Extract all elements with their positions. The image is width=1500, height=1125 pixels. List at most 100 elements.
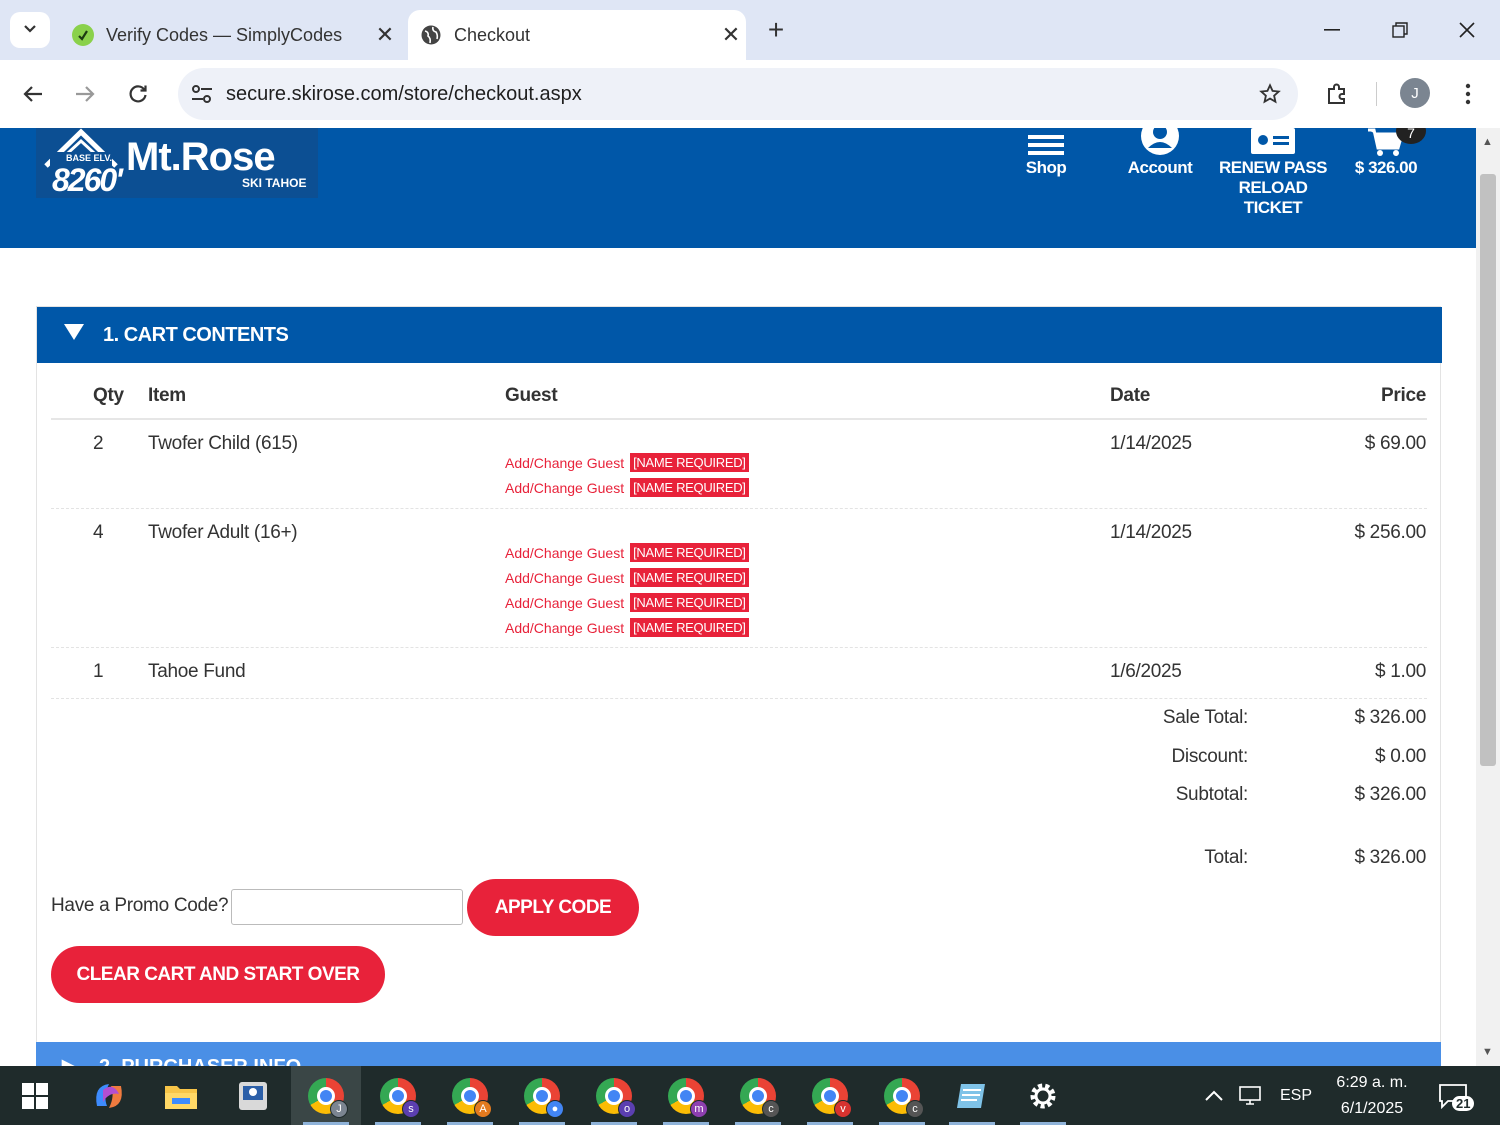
user-icon [1120,128,1200,156]
nav-renew-line1: RENEW PASS [1218,158,1328,177]
reload-button[interactable] [118,74,158,114]
clear-cart-button[interactable]: CLEAR CART AND START OVER [51,946,385,1003]
notepad-app-icon[interactable] [937,1066,1007,1125]
add-change-guest-link[interactable]: Add/Change Guest [505,545,624,561]
expand-triangle-icon: ▶ [62,1056,77,1066]
chrome-taskbar-s[interactable]: s [363,1066,433,1125]
chrome-taskbar-J[interactable]: J [291,1066,361,1125]
chrome-menu-icon[interactable] [1448,74,1488,114]
tab-simplycodes[interactable]: Verify Codes — SimplyCodes ✕ [60,10,400,60]
forward-button[interactable] [65,74,105,114]
chrome-taskbar-c[interactable]: c [723,1066,793,1125]
tab-search-button[interactable] [10,12,50,48]
guest-entry: Add/Change Guest [NAME REQUIRED] [505,450,749,475]
add-change-guest-link[interactable]: Add/Change Guest [505,595,624,611]
logo-sub: SKI TAHOE [242,176,307,190]
section-title: 1. CART CONTENTS [103,323,289,346]
profile-avatar[interactable]: J [1400,78,1430,108]
chrome-taskbar-m[interactable]: m [651,1066,721,1125]
notification-center-icon[interactable]: 21 [1438,1066,1475,1125]
chrome-taskbar-c2[interactable]: c [867,1066,937,1125]
profile-badge: v [834,1099,852,1118]
name-required-badge: [NAME REQUIRED] [630,543,749,562]
nav-renew-line2: RELOAD [1238,178,1308,197]
chrome-icon: J [308,1077,348,1118]
notification-count-badge: 21 [1452,1096,1475,1111]
header-price: Price [1381,385,1426,406]
url-text[interactable]: secure.skirose.com/store/checkout.aspx [226,83,1242,106]
scrollbar-thumb[interactable] [1480,174,1496,766]
minimize-button[interactable] [1302,10,1362,50]
add-change-guest-link[interactable]: Add/Change Guest [505,620,624,636]
apply-code-button[interactable]: APPLY CODE [467,879,639,936]
collapse-triangle-icon [63,323,85,347]
header-item: Item [148,385,186,406]
promo-code-input[interactable] [231,889,463,925]
guest-entry: Add/Change Guest [NAME REQUIRED] [505,475,749,500]
restore-button[interactable] [1370,10,1430,50]
taskbar-clock[interactable]: 6:29 a. m. 6/1/2025 [1320,1070,1424,1122]
profile-badge: c [762,1099,780,1118]
copilot-icon[interactable] [74,1066,144,1125]
add-change-guest-link[interactable]: Add/Change Guest [505,455,624,471]
tab-title: Verify Codes — SimplyCodes [106,24,343,45]
chrome-icon: o [596,1077,636,1118]
guest-entry: Add/Change Guest [NAME REQUIRED] [505,590,749,615]
row-item: Twofer Child (615) [148,433,298,454]
cart-contents-header[interactable]: 1. CART CONTENTS [37,307,1442,363]
network-icon[interactable] [1238,1066,1266,1125]
elevation-badge: BASE ELV. 8260' [36,128,126,198]
scroll-up-arrow-icon[interactable]: ▲ [1482,136,1493,148]
new-tab-button[interactable]: + [760,14,792,46]
chrome-taskbar-person[interactable]: ● [507,1066,577,1125]
profile-badge: A [474,1099,492,1118]
language-indicator[interactable]: ESP [1280,1066,1312,1125]
page-scrollbar[interactable]: ▲ ▼ [1476,128,1500,1066]
site-info-icon[interactable] [178,84,226,104]
row-divider [51,698,1427,699]
clock-time: 6:29 a. m. [1336,1074,1408,1091]
add-change-guest-link[interactable]: Add/Change Guest [505,480,624,496]
settings-gear-icon[interactable] [1008,1066,1078,1125]
nav-shop[interactable]: Shop [1010,128,1082,178]
logo-brand: Mt.Rose [126,135,276,179]
show-hidden-icons-chevron-icon[interactable] [1204,1066,1224,1125]
address-bar[interactable]: secure.skirose.com/store/checkout.aspx [178,68,1298,120]
chrome-taskbar-v[interactable]: v [795,1066,865,1125]
close-window-button[interactable] [1437,10,1497,50]
row-qty: 2 [93,433,104,454]
extensions-puzzle-icon[interactable] [1317,74,1357,114]
start-button[interactable] [0,1066,70,1125]
chrome-taskbar-o[interactable]: o [579,1066,649,1125]
nav-renew-pass[interactable]: RENEW PASS RELOAD TICKET [1212,128,1334,218]
chevron-down-icon [23,21,37,39]
row-divider [51,647,1427,648]
subtotal-label: Subtotal: [1175,784,1249,805]
chrome-icon: v [812,1077,852,1118]
row-price: $ 1.00 [1374,661,1426,682]
chrome-taskbar-A[interactable]: A [435,1066,505,1125]
profile-badge: m [690,1099,708,1118]
name-required-badge: [NAME REQUIRED] [630,593,749,612]
purchaser-info-header[interactable]: ▶ 2. PURCHASER INFO [36,1042,1441,1066]
close-tab-icon[interactable]: ✕ [716,22,746,48]
add-change-guest-link[interactable]: Add/Change Guest [505,570,624,586]
row-item: Tahoe Fund [148,661,246,682]
row-price: $ 256.00 [1354,522,1426,543]
profile-badge: J [330,1099,348,1118]
back-button[interactable] [13,74,53,114]
file-explorer-icon[interactable] [146,1066,216,1125]
guest-entry: Add/Change Guest [NAME REQUIRED] [505,565,749,590]
tab-checkout[interactable]: Checkout ✕ [408,10,746,60]
nav-account[interactable]: Account [1120,128,1200,178]
mt-rose-logo[interactable]: BASE ELV. 8260' Mt.Rose SKI TAHOE [36,128,318,198]
row-qty: 1 [93,661,104,682]
row-item: Twofer Adult (16+) [148,522,298,543]
scroll-down-arrow-icon[interactable]: ▼ [1482,1046,1493,1058]
close-tab-icon[interactable]: ✕ [370,22,400,48]
row-price: $ 69.00 [1364,433,1427,454]
windows-taskbar: J s A ● o m c v c ESP 6:29 a. m. 6/1/202… [0,1066,1500,1125]
app-icon[interactable] [218,1066,288,1125]
bookmark-star-icon[interactable] [1242,83,1298,105]
profile-badge: o [618,1099,636,1118]
